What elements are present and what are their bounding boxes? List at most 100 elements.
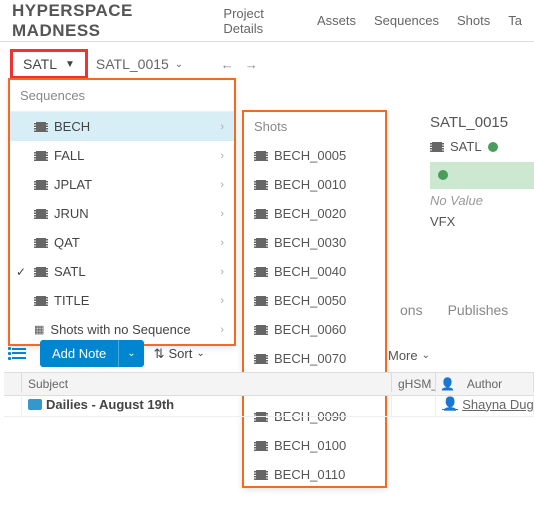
film-icon [254,180,268,190]
note-icon [28,399,42,410]
shot-item-label: BECH_0050 [274,293,346,308]
shot-item[interactable]: BECH_0060 [244,315,385,344]
shots-header: Shots [244,112,385,141]
add-note-button[interactable]: Add Note [40,340,118,367]
tab-project-details[interactable]: Project Details [223,6,299,36]
shot-item[interactable]: BECH_0010 [244,170,385,199]
shot-item-label: BECH_0020 [274,206,346,221]
chevron-right-icon: › [220,121,224,133]
shot-item[interactable]: BECH_0040 [244,257,385,286]
history-forward-icon[interactable]: → [243,57,259,72]
shot-item[interactable]: BECH_0100 [244,431,385,460]
no-value-label: No Value [430,193,534,208]
sequences-item[interactable]: ✓ SATL › [10,257,234,286]
shot-item[interactable]: BECH_0020 [244,199,385,228]
sequences-item-label: SATL [54,264,86,279]
film-icon [34,122,48,132]
notes-toolbar: Add Note ⌄ ⇅ Sort ⌄ [8,340,205,367]
shot-breadcrumb-label: SATL_0015 [96,56,169,72]
sequences-item[interactable]: BECH › [10,112,234,141]
subtab-ons[interactable]: ons [400,302,423,318]
film-icon [34,238,48,248]
sort-label: Sort [169,346,193,361]
sequences-item[interactable]: QAT› [10,228,234,257]
film-icon [34,151,48,161]
shot-breadcrumb[interactable]: SATL_0015 ⌄ [96,56,183,72]
film-icon [254,470,268,480]
film-icon [254,296,268,306]
sequences-item[interactable]: JRUN › [10,199,234,228]
sequences-item-label: QAT [54,235,80,250]
sequences-item-label: BECH [54,119,90,134]
film-icon [254,325,268,335]
row-subject-text: Dailies - August 19th [46,397,174,412]
shot-item[interactable]: BECH_0050 [244,286,385,315]
row-author[interactable]: 👤 Shayna Dugu [436,392,534,416]
shot-item[interactable]: BECH_0005 [244,141,385,170]
row-author-text: Shayna Dugu [462,397,534,412]
sequence-dropdown[interactable]: SATL ▼ [10,49,88,79]
sequences-item[interactable]: FALL› [10,141,234,170]
sequences-panel: Sequences BECH›FALL›JPLAT›JRUN›QAT›✓SATL… [8,78,236,346]
chevron-down-icon: ▼ [65,59,75,70]
chevron-right-icon: › [220,208,224,220]
shot-item[interactable]: BECH_0110 [244,460,385,489]
sort-button[interactable]: ⇅ Sort ⌄ [154,346,205,362]
notes-table-row[interactable]: Dailies - August 19th 👤 Shayna Dugu [4,392,534,417]
entity-sequence-label: SATL [450,139,482,154]
tab-truncated[interactable]: Ta [508,13,522,28]
chevron-down-icon: ⌄ [422,350,430,361]
tab-shots[interactable]: Shots [457,13,490,28]
shot-item-label: BECH_0100 [274,438,346,453]
status-dot-icon [488,142,498,152]
shots-panel: Shots BECH_0005BECH_0010BECH_0020BECH_00… [242,110,387,488]
sequences-item-label: FALL [54,148,84,163]
user-icon: 👤 [442,396,458,412]
shot-item[interactable]: BECH_0070 [244,344,385,373]
film-icon [254,441,268,451]
chevron-right-icon: › [220,266,224,278]
sequences-item[interactable]: TITLE› [10,286,234,315]
tab-assets[interactable]: Assets [317,13,356,28]
shot-item-label: BECH_0110 [274,467,345,482]
sort-icon: ⇅ [154,346,165,362]
entity-sequence-row: SATL [430,139,534,154]
sequence-dropdown-label: SATL [23,56,57,72]
chevron-right-icon: › [220,179,224,191]
film-icon [34,209,48,219]
department-label: VFX [430,214,534,229]
more-menu[interactable]: More ⌄ [388,348,430,363]
chevron-right-icon: › [220,324,224,336]
film-icon [34,267,48,277]
entity-title: SATL_0015 [430,114,534,131]
sequences-item[interactable]: JPLAT› [10,170,234,199]
film-icon [254,151,268,161]
add-note-dropdown[interactable]: ⌄ [118,340,143,367]
shot-item[interactable]: BECH_0030 [244,228,385,257]
subtab-publishes[interactable]: Publishes [448,302,509,318]
shot-item-label: BECH_0005 [274,148,346,163]
history-back-icon[interactable]: ← [219,57,235,72]
chevron-right-icon: › [220,295,224,307]
sequences-header: Sequences [10,80,234,112]
status-dot-icon [438,170,448,180]
sequences-item-label: JRUN [54,206,89,221]
sequences-item-label: Shots with no Sequence [50,322,190,337]
top-toolbar: HYPERSPACE MADNESS Project Details Asset… [0,0,534,42]
film-icon [254,354,268,364]
project-title: HYPERSPACE MADNESS [12,1,205,41]
film-icon [34,296,48,306]
shot-item-label: BECH_0030 [274,235,346,250]
user-icon: 👤 [440,377,455,391]
chevron-down-icon: ⌄ [196,348,204,359]
film-icon [254,267,268,277]
list-view-icon[interactable] [8,343,30,365]
film-icon [254,209,268,219]
check-icon: ✓ [16,265,26,279]
status-strip[interactable] [430,162,534,189]
shot-item-label: BECH_0070 [274,351,346,366]
tab-sequences[interactable]: Sequences [374,13,439,28]
shots-list[interactable]: BECH_0005 BECH_0010 BECH_0020 BECH_0030 BECH… [244,141,385,489]
row-checkbox[interactable] [4,392,22,416]
shot-item-label: BECH_0040 [274,264,346,279]
